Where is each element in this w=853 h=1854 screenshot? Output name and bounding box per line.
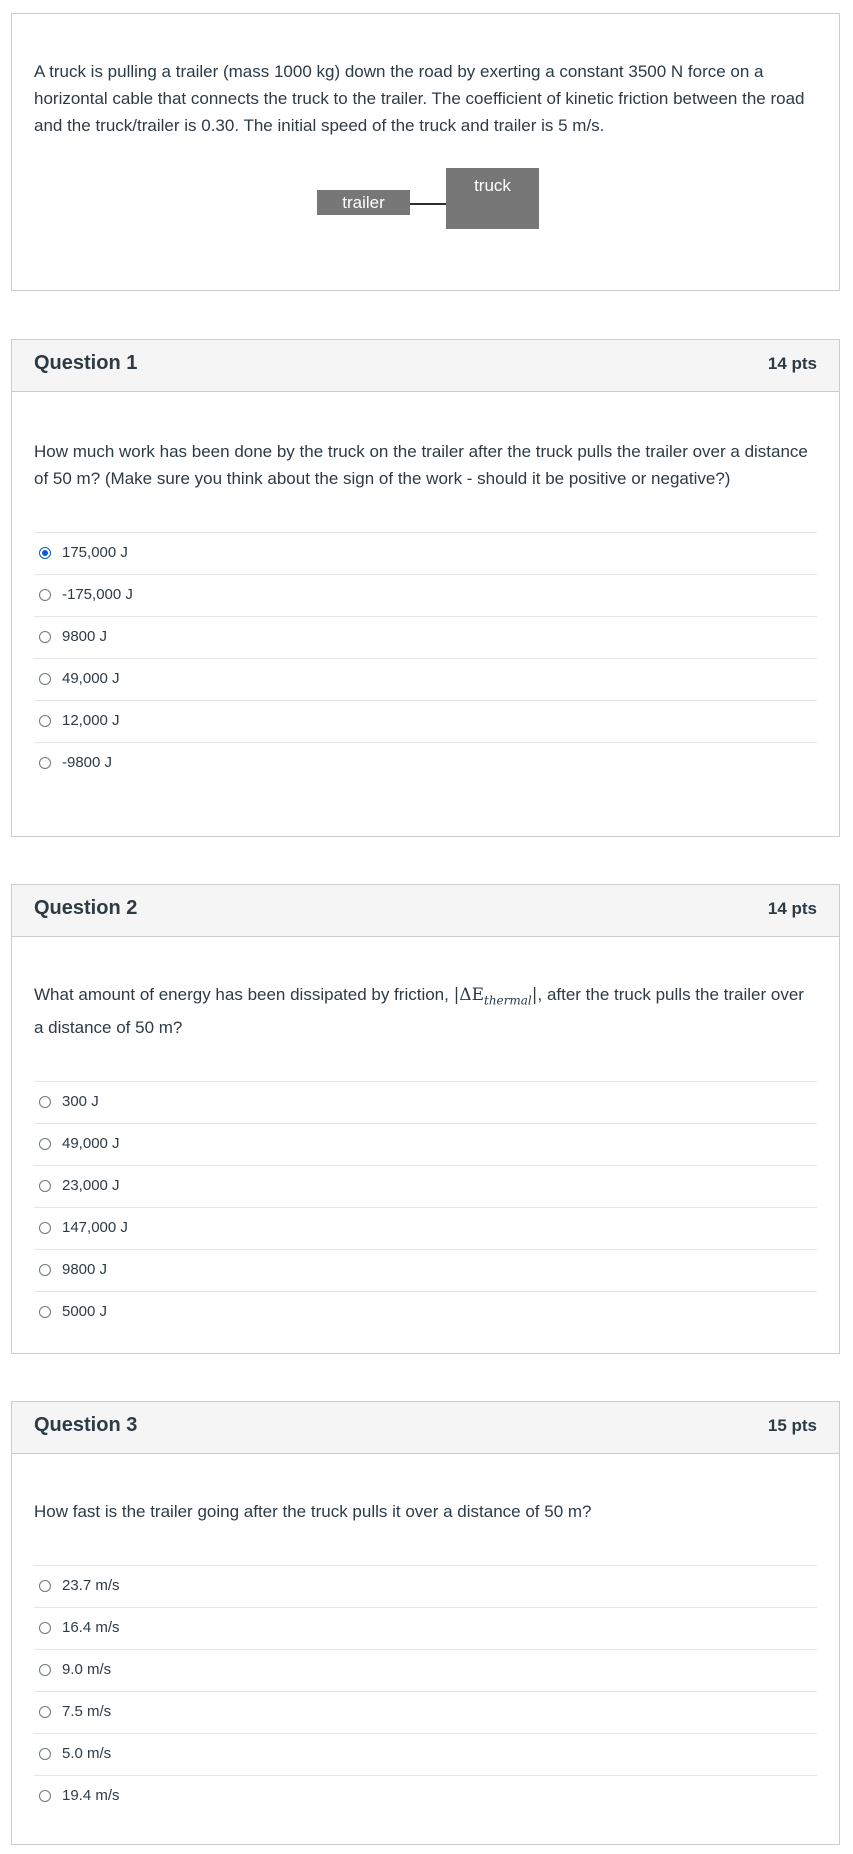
radio-icon[interactable]: [39, 1096, 51, 1109]
question-text: How fast is the trailer going after the …: [34, 1502, 592, 1521]
answer-option[interactable]: 19.4 m/s: [34, 1776, 817, 1817]
radio-icon[interactable]: [39, 1264, 51, 1277]
answer-label: 7.5 m/s: [62, 1703, 112, 1720]
radio-icon[interactable]: [39, 1222, 51, 1235]
answer-label: -9800 J: [62, 754, 113, 771]
answer-label: 147,000 J: [62, 1219, 128, 1237]
answer-option[interactable]: 175,000 J: [34, 533, 817, 575]
radio-icon[interactable]: [39, 1706, 51, 1718]
answer-label: 12,000 J: [62, 712, 120, 729]
thermal-energy-math: |ΔEthermal|: [453, 985, 538, 1008]
radio-icon[interactable]: [39, 1180, 51, 1193]
question-3-card: Question 3 15 pts How fast is the traile…: [11, 1401, 840, 1845]
question-header: Question 1 14 pts: [12, 340, 839, 392]
stimulus-text: A truck is pulling a trailer (mass 1000 …: [34, 62, 805, 135]
radio-icon[interactable]: [39, 589, 51, 601]
answer-option[interactable]: 5000 J: [34, 1292, 817, 1333]
answer-label: -175,000 J: [62, 586, 133, 603]
answer-option[interactable]: 23,000 J: [34, 1166, 817, 1209]
question-title: Question 1: [34, 352, 138, 374]
answer-label: 9800 J: [62, 628, 108, 645]
answer-label: 9800 J: [62, 1261, 108, 1279]
cable-line: [410, 203, 446, 205]
radio-icon[interactable]: [39, 1790, 51, 1802]
trailer-box: trailer: [317, 190, 410, 215]
question-text: What amount of energy has been dissipate…: [12, 981, 839, 1041]
question-2-card: Question 2 14 pts What amount of energy …: [11, 884, 840, 1354]
radio-icon[interactable]: [39, 1748, 51, 1760]
answer-list: 23.7 m/s 16.4 m/s 9.0 m/s 7.5 m/s 5.0 m/…: [34, 1565, 817, 1817]
stimulus-card: A truck is pulling a trailer (mass 1000 …: [11, 13, 840, 291]
answer-label: 23.7 m/s: [62, 1577, 120, 1594]
question-1-card: Question 1 14 pts How much work has been…: [11, 339, 840, 837]
question-points: 15 pts: [767, 1416, 817, 1435]
radio-icon[interactable]: [39, 757, 51, 769]
answer-option[interactable]: 7.5 m/s: [34, 1692, 817, 1734]
answer-label: 175,000 J: [62, 544, 128, 561]
answer-option[interactable]: 16.4 m/s: [34, 1608, 817, 1650]
answer-option[interactable]: -9800 J: [34, 743, 817, 784]
answer-option[interactable]: 9800 J: [34, 617, 817, 659]
answer-list: 175,000 J -175,000 J 9800 J 49,000 J 12,…: [34, 532, 817, 784]
answer-label: 5.0 m/s: [62, 1745, 112, 1762]
answer-label: 49,000 J: [62, 1135, 120, 1153]
radio-icon[interactable]: [39, 631, 51, 643]
question-header: Question 3 15 pts: [12, 1402, 839, 1454]
radio-icon[interactable]: [39, 715, 51, 727]
answer-option[interactable]: 9.0 m/s: [34, 1650, 817, 1692]
question-title: Question 2: [34, 897, 138, 919]
answer-option[interactable]: -175,000 J: [34, 575, 817, 617]
question-title: Question 3: [34, 1414, 138, 1436]
answer-option[interactable]: 23.7 m/s: [34, 1566, 817, 1608]
radio-icon[interactable]: [39, 1664, 51, 1676]
answer-list: 300 J 49,000 J 23,000 J 147,000 J 9800 J…: [34, 1081, 817, 1333]
answer-label: 49,000 J: [62, 670, 120, 687]
radio-icon[interactable]: [39, 1580, 51, 1592]
radio-icon[interactable]: [39, 1306, 51, 1319]
radio-icon[interactable]: [39, 1622, 51, 1634]
question-text: How much work has been done by the truck…: [34, 442, 808, 488]
radio-selected-icon[interactable]: [39, 547, 51, 559]
answer-option[interactable]: 49,000 J: [34, 1124, 817, 1167]
truck-box: truck: [446, 168, 539, 229]
answer-option[interactable]: 12,000 J: [34, 701, 817, 743]
radio-icon[interactable]: [39, 673, 51, 685]
answer-option[interactable]: 147,000 J: [34, 1208, 817, 1251]
question-text-before: What amount of energy has been dissipate…: [34, 985, 454, 1004]
answer-label: 23,000 J: [62, 1177, 120, 1195]
answer-option[interactable]: 5.0 m/s: [34, 1734, 817, 1776]
answer-label: 300 J: [62, 1093, 99, 1111]
answer-label: 19.4 m/s: [62, 1787, 120, 1804]
question-points: 14 pts: [767, 899, 817, 918]
answer-option[interactable]: 300 J: [34, 1082, 817, 1125]
question-header: Question 2 14 pts: [12, 885, 839, 937]
answer-label: 9.0 m/s: [62, 1661, 112, 1678]
answer-label: 16.4 m/s: [62, 1619, 120, 1636]
question-points: 14 pts: [767, 354, 817, 373]
radio-icon[interactable]: [39, 1138, 51, 1151]
answer-option[interactable]: 49,000 J: [34, 659, 817, 701]
answer-option[interactable]: 9800 J: [34, 1250, 817, 1293]
truck-trailer-diagram: trailer truck: [12, 154, 841, 229]
answer-label: 5000 J: [62, 1303, 108, 1321]
